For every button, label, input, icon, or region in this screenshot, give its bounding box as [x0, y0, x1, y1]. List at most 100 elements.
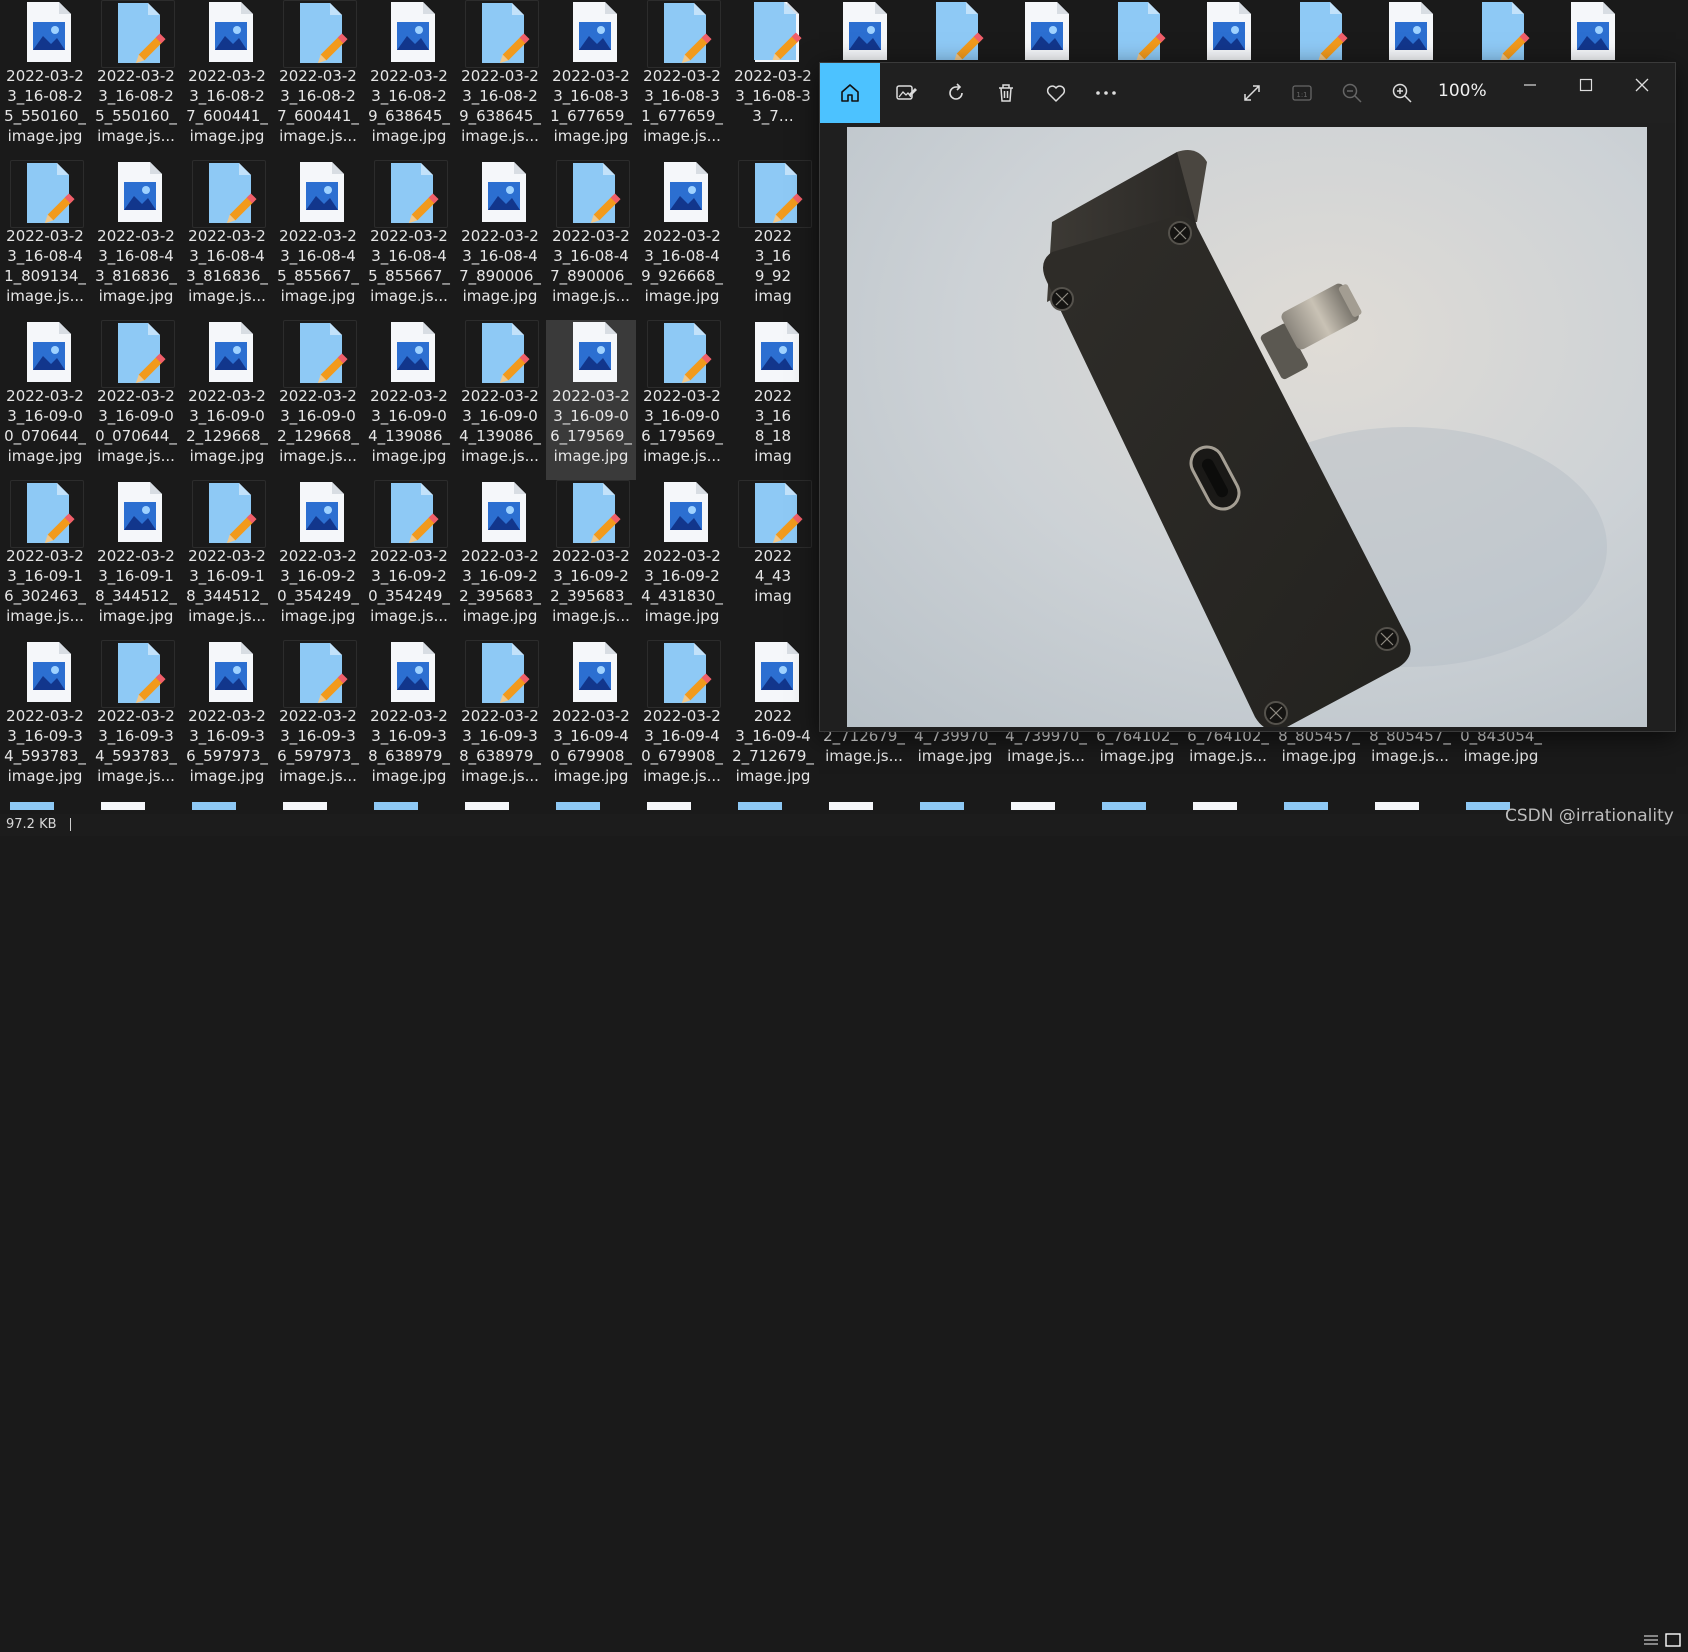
- file-name: 2022-03-2 3_16-09-1 8_344512_ image.jpg: [95, 547, 177, 625]
- file-tile-json[interactable]: 2022-03-2 3_16-09-0 0_070644_ image.js..…: [91, 320, 181, 480]
- json-file-icon: [647, 640, 721, 708]
- json-file-icon[interactable]: [1284, 0, 1356, 60]
- file-tile-jpg[interactable]: 2022-03-2 3_16-09-2 0_354249_ image.jpg: [273, 480, 363, 640]
- file-tile-json[interactable]: 2022-03-2 3_16-08-4 5_855667_ image.js..…: [364, 160, 454, 320]
- file-icon-partial: [920, 802, 964, 810]
- json-file-icon[interactable]: [1466, 0, 1538, 60]
- file-tile-json[interactable]: 2022-03-2 3_16-08-4 3_816836_ image.js..…: [182, 160, 272, 320]
- file-tile-json[interactable]: 2022-03-2 3_16-09-3 4_593783_ image.js..…: [91, 640, 181, 800]
- close-button[interactable]: [1622, 69, 1662, 101]
- delete-button[interactable]: [986, 73, 1026, 113]
- file-tile-json[interactable]: 2022-03-2 3_16-09-0 6_179569_ image.js..…: [637, 320, 727, 480]
- image-file-icon: [559, 320, 627, 386]
- file-name: 2022-03-2 3_16-08-2 5_550160_ image.js..…: [95, 67, 177, 145]
- file-tile-json[interactable]: 2022-03-2 3_16-08-4 1_809134_ image.js..…: [0, 160, 90, 320]
- edit-image-icon: [896, 85, 917, 100]
- file-tile-jpg[interactable]: 2022-03-2 3_16-08-4 7_890006_ image.jpg: [455, 160, 545, 320]
- file-tile-jpg[interactable]: 2022 3_16 8_18 imag: [728, 320, 818, 480]
- file-tile-jpg[interactable]: 2022-03-2 3_16-08-4 9_926668_ image.jpg: [637, 160, 727, 320]
- json-file-icon: [192, 160, 266, 228]
- file-tile-jpg[interactable]: 2022-03-2 3_16-08-4 3_816836_ image.jpg: [91, 160, 181, 320]
- json-file-icon[interactable]: [1102, 0, 1174, 60]
- zoom-out-button[interactable]: [1332, 73, 1372, 113]
- file-name: 2022-03-2 3_16-09-1 8_344512_ image.js..…: [186, 547, 268, 625]
- zoom-in-button[interactable]: [1382, 73, 1422, 113]
- file-name: 2022-03-2 3_16-08-4 7_890006_ image.jpg: [459, 227, 541, 305]
- image-file-icon: [650, 160, 718, 226]
- json-file-icon[interactable]: [920, 0, 992, 60]
- file-name: 2022-03-2 3_16-08-3 3_7…: [734, 67, 812, 125]
- file-tile-json[interactable]: 2022-03-2 3_16-09-0 2_129668_ image.js..…: [273, 320, 363, 480]
- file-tile-json[interactable]: 2022-03-2 3_16-08-4 7_890006_ image.js..…: [546, 160, 636, 320]
- file-tile-json[interactable]: 2022-03-2 3_16-08-2 5_550160_ image.js..…: [91, 0, 181, 160]
- delete-icon: [999, 84, 1013, 102]
- file-tile-json[interactable]: 2022 3_16 9_92 imag: [728, 160, 818, 320]
- file-tile-json[interactable]: 2022-03-2 3_16-09-2 0_354249_ image.js..…: [364, 480, 454, 640]
- file-tile-jpg[interactable]: 2022-03-2 3_16-08-4 5_855667_ image.jpg: [273, 160, 363, 320]
- viewer-toolbar: 1:1 100%: [820, 63, 1675, 123]
- json-file-icon: [283, 320, 357, 388]
- zoom-level[interactable]: 100%: [1438, 81, 1487, 101]
- file-tile-jpg[interactable]: 2022-03-2 3_16-09-1 8_344512_ image.jpg: [91, 480, 181, 640]
- file-name: 2022 3_16 9_92 imag: [753, 227, 793, 305]
- rotate-button[interactable]: [936, 73, 976, 113]
- file-tile-json[interactable]: 2022-03-2 3_16-08-2 7_600441_ image.js..…: [273, 0, 363, 160]
- file-name: 2022-03-2 3_16-08-4 5_855667_ image.jpg: [277, 227, 359, 305]
- json-file-icon[interactable]: [738, 0, 810, 60]
- zoom-in-icon: [1392, 83, 1412, 103]
- file-tile-jpg[interactable]: 2022-03-2 3_16-08-2 7_600441_ image.jpg: [182, 0, 272, 160]
- file-name: 2022-03-2 3_16-09-2 2_395683_ image.jpg: [459, 547, 541, 625]
- json-file-icon: [465, 0, 539, 68]
- file-tile-jpg[interactable]: 2022-03-2 3_16-09-4 0_679908_ image.jpg: [546, 640, 636, 800]
- image-file-icon[interactable]: [829, 0, 897, 60]
- file-tile-jpg[interactable]: 2022-03-2 3_16-09-3 8_638979_ image.jpg: [364, 640, 454, 800]
- image-file-icon[interactable]: [1375, 0, 1443, 60]
- file-tile-jpg[interactable]: 2022-03-2 3_16-09-0 0_070644_ image.jpg: [0, 320, 90, 480]
- file-tile-json[interactable]: 2022-03-2 3_16-09-1 8_344512_ image.js..…: [182, 480, 272, 640]
- file-icon-partial: [1466, 802, 1510, 810]
- actual-size-button[interactable]: 1:1: [1282, 73, 1322, 113]
- maximize-button[interactable]: [1566, 69, 1606, 101]
- file-tile-jpg[interactable]: 2022-03-2 3_16-09-0 4_139086_ image.jpg: [364, 320, 454, 480]
- file-tile-jpg[interactable]: 2022-03-2 3_16-08-2 9_638645_ image.jpg: [364, 0, 454, 160]
- file-tile-json[interactable]: 2022-03-2 3_16-09-0 4_139086_ image.js..…: [455, 320, 545, 480]
- image-file-icon: [195, 640, 263, 706]
- file-tile-jpg[interactable]: 2022-03-2 3_16-08-3 1_677659_ image.jpg: [546, 0, 636, 160]
- image-file-icon: [559, 640, 627, 706]
- image-file-icon[interactable]: [1557, 0, 1625, 60]
- file-tile-json[interactable]: 2022-03-2 3_16-09-4 0_679908_ image.js..…: [637, 640, 727, 800]
- file-tile-json[interactable]: 2022-03-2 3_16-09-3 6_597973_ image.js..…: [273, 640, 363, 800]
- image-file-icon[interactable]: [1011, 0, 1079, 60]
- home-button[interactable]: [820, 63, 880, 123]
- close-icon: [1635, 78, 1649, 92]
- minimize-icon: [1524, 84, 1536, 86]
- minimize-button[interactable]: [1510, 69, 1550, 101]
- file-tile-json[interactable]: 2022-03-2 3_16-08-2 9_638645_ image.js..…: [455, 0, 545, 160]
- file-name: 2022-03-2 3_16-08-2 5_550160_ image.jpg: [4, 67, 86, 145]
- json-file-icon: [101, 0, 175, 68]
- file-tile-json[interactable]: 2022 4_43 imag: [728, 480, 818, 640]
- file-tile-json[interactable]: 2022-03-2 3_16-09-1 6_302463_ image.js..…: [0, 480, 90, 640]
- file-tile-jpg[interactable]: 2022 3_16-09-4 2_712679_ image.jpg: [728, 640, 818, 800]
- view-toggle[interactable]: [1640, 1632, 1684, 1648]
- fullscreen-button[interactable]: [1232, 73, 1272, 113]
- more-icon: [1096, 91, 1116, 95]
- image-file-icon: [104, 160, 172, 226]
- displayed-photo: [847, 127, 1647, 727]
- file-icon-partial: [1102, 802, 1146, 810]
- file-tile-json[interactable]: 2022-03-2 3_16-08-3 1_677659_ image.js..…: [637, 0, 727, 160]
- file-tile-jpg[interactable]: 2022-03-2 3_16-09-0 6_179569_ image.jpg: [546, 320, 636, 480]
- file-tile-json[interactable]: 2022-03-2 3_16-09-2 2_395683_ image.js..…: [546, 480, 636, 640]
- file-tile-jpg[interactable]: 2022-03-2 3_16-09-3 4_593783_ image.jpg: [0, 640, 90, 800]
- image-file-icon[interactable]: [1193, 0, 1261, 60]
- file-tile-jpg[interactable]: 2022-03-2 3_16-09-2 4_431830_ image.jpg: [637, 480, 727, 640]
- file-tile-jpg[interactable]: 2022-03-2 3_16-08-2 5_550160_ image.jpg: [0, 0, 90, 160]
- more-button[interactable]: [1086, 73, 1126, 113]
- file-tile-jpg[interactable]: 2022-03-2 3_16-09-3 6_597973_ image.jpg: [182, 640, 272, 800]
- favorite-button[interactable]: [1036, 73, 1076, 113]
- file-tile-json[interactable]: 2022-03-2 3_16-09-3 8_638979_ image.js..…: [455, 640, 545, 800]
- json-file-icon: [10, 480, 84, 548]
- edit-image-button[interactable]: [886, 73, 926, 113]
- file-tile-jpg[interactable]: 2022-03-2 3_16-09-0 2_129668_ image.jpg: [182, 320, 272, 480]
- file-tile-jpg[interactable]: 2022-03-2 3_16-09-2 2_395683_ image.jpg: [455, 480, 545, 640]
